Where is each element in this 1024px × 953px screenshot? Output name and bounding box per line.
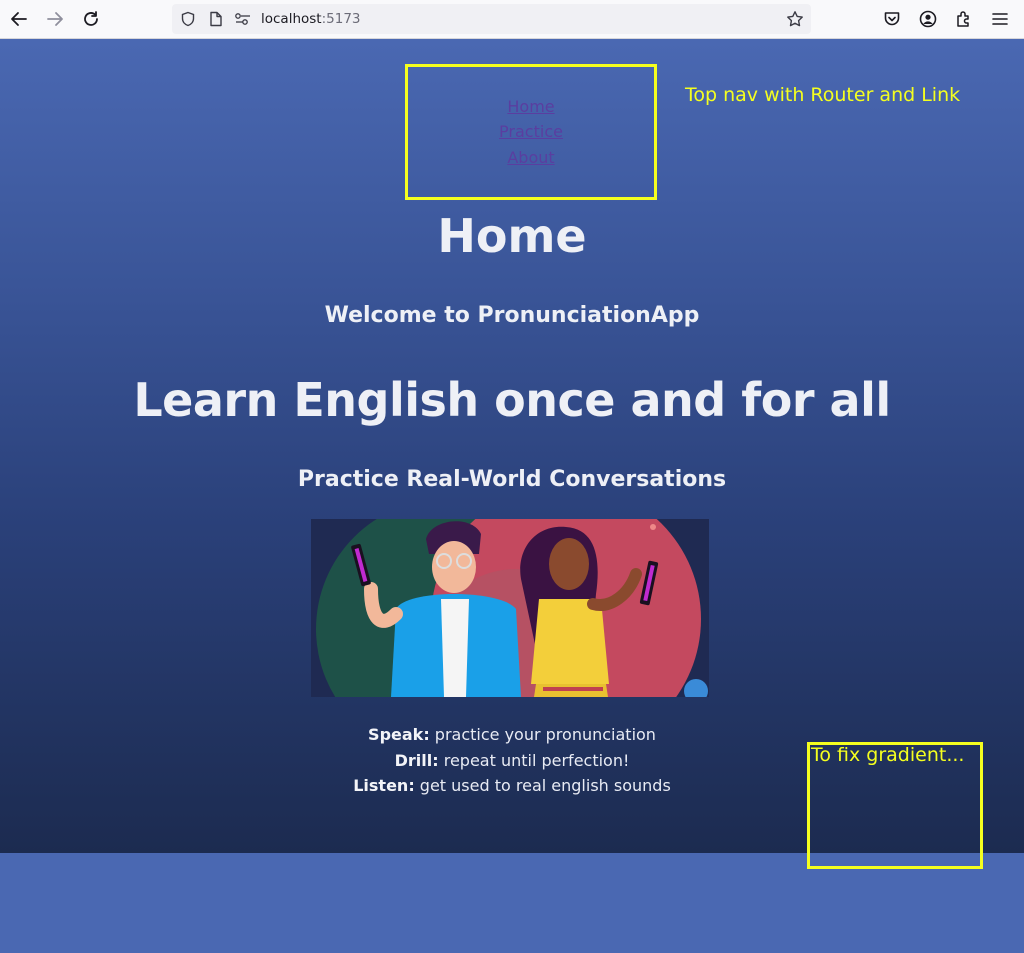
pocket-icon[interactable] — [879, 6, 905, 32]
page-content: Home Practice About Top nav with Router … — [0, 40, 1024, 853]
page-title: Home — [437, 209, 587, 263]
gradient-highlight-box — [807, 742, 983, 869]
back-arrow-icon[interactable] — [6, 6, 32, 32]
star-bookmark-icon[interactable] — [785, 9, 805, 29]
browser-toolbar: localhost:5173 — [0, 0, 1024, 39]
headline: Learn English once and for all — [133, 373, 891, 427]
address-bar[interactable]: localhost:5173 — [172, 4, 811, 34]
permissions-icon[interactable] — [233, 9, 253, 29]
page-icon — [206, 9, 226, 29]
account-icon[interactable] — [915, 6, 941, 32]
nav-annotation: Top nav with Router and Link — [685, 84, 961, 106]
extensions-icon[interactable] — [951, 6, 977, 32]
menu-icon[interactable] — [987, 6, 1013, 32]
nav-link-home[interactable]: Home — [507, 94, 554, 120]
top-nav: Home Practice About — [405, 64, 657, 200]
nav-link-practice[interactable]: Practice — [499, 119, 563, 145]
nav-link-about[interactable]: About — [507, 145, 554, 171]
forward-arrow-icon[interactable] — [42, 6, 68, 32]
url-text[interactable]: localhost:5173 — [261, 11, 361, 27]
shield-icon[interactable] — [178, 9, 198, 29]
reload-icon[interactable] — [78, 6, 104, 32]
subheadline: Practice Real-World Conversations — [297, 467, 727, 492]
hero-illustration — [311, 519, 709, 697]
welcome-heading: Welcome to PronunciationApp — [324, 303, 700, 328]
